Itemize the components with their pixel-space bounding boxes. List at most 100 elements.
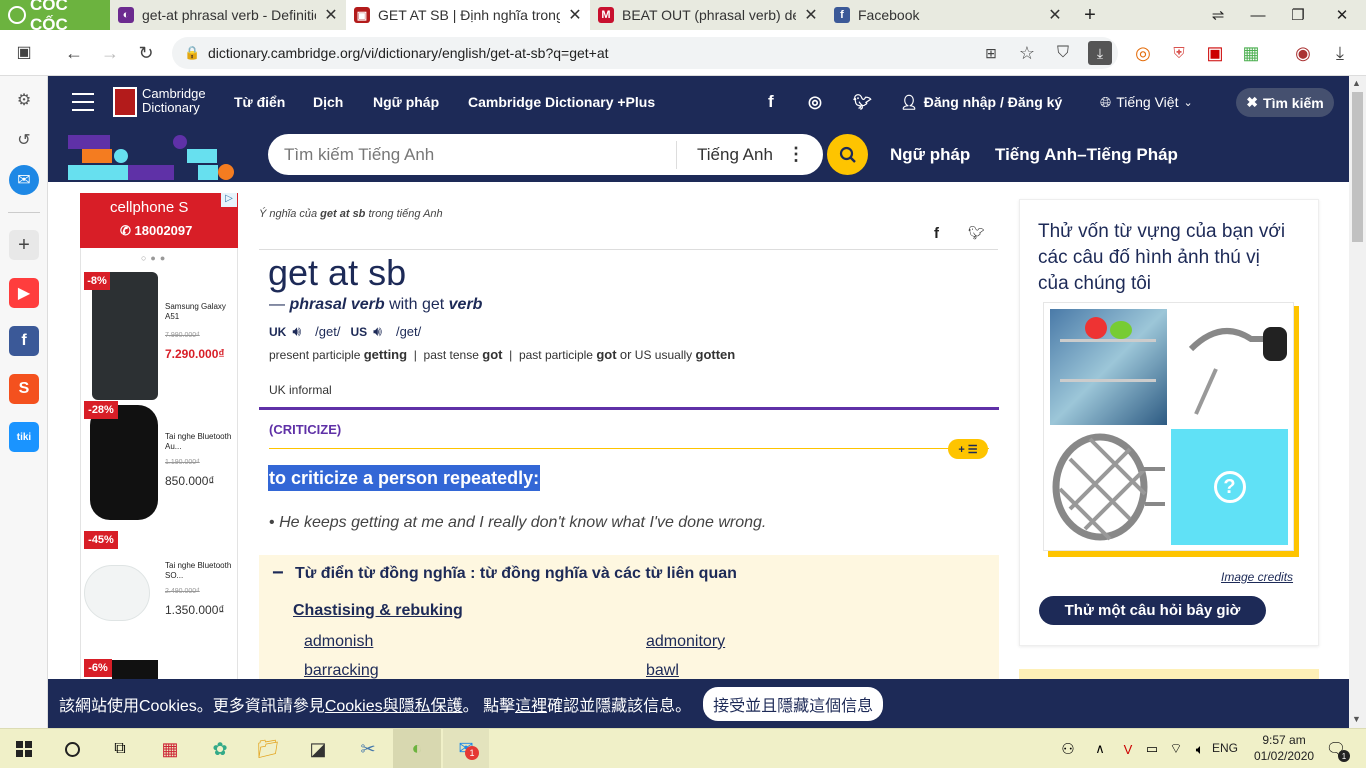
cookie-privacy-link[interactable]: Cookies與隱私保護 [325, 692, 463, 716]
close-tab-icon[interactable]: ✕ [804, 5, 818, 25]
extension-chrome-icon[interactable]: ◎ [1128, 38, 1158, 68]
product-image[interactable] [112, 660, 158, 679]
share-twitter-icon[interactable]: 🐦︎ [968, 225, 985, 241]
app-snip-icon[interactable]: ✂ [350, 732, 386, 766]
search-input[interactable]: Tìm kiếm Tiếng Anh Tiếng Anh ⋮ [268, 134, 823, 175]
language-selector[interactable]: 🌐︎ Tiếng Việt ⌄ [1100, 76, 1193, 128]
clock[interactable]: 9:57 am 01/02/2020 [1254, 732, 1314, 764]
close-tab-icon[interactable]: ✕ [568, 5, 582, 25]
product-image[interactable] [92, 272, 158, 400]
tab-get-at-sb[interactable]: ▣ GET AT SB | Định nghĩa trong ✕ [346, 0, 590, 30]
thesaurus-word-link[interactable]: barracking [304, 662, 379, 680]
history-icon[interactable]: ↺ [9, 125, 39, 155]
tab-search-icon[interactable]: ⇌ [1198, 0, 1238, 30]
settings-gear-icon[interactable]: ⚙ [9, 85, 39, 115]
quiz-image-masher[interactable] [1050, 429, 1167, 545]
close-tab-icon[interactable]: ✕ [1048, 5, 1062, 25]
action-center-icon[interactable]: 🗨︎ 1 [1318, 732, 1354, 766]
new-tab-button[interactable]: + [1070, 0, 1110, 30]
minimize-button[interactable]: — [1238, 0, 1278, 30]
extension-adblock-icon[interactable]: ⛨ [1164, 38, 1194, 68]
grammar-link[interactable]: Ngữ pháp [890, 145, 970, 165]
app-paint-icon[interactable]: ✿ [202, 732, 238, 766]
try-quiz-button[interactable]: Thử một câu hỏi bây giờ [1039, 596, 1266, 625]
hamburger-menu-icon[interactable] [72, 93, 94, 111]
thesaurus-word-link[interactable]: admonish [304, 633, 373, 651]
cookie-here-link[interactable]: 這裡 [515, 692, 547, 716]
maximize-button[interactable]: ❐ [1278, 0, 1318, 30]
collapse-toggle-icon[interactable]: − [272, 562, 284, 585]
profile-avatar[interactable]: ◉ [1288, 38, 1318, 68]
product-name[interactable]: Samsung Galaxy A51 [165, 302, 235, 322]
share-facebook-icon[interactable]: f [934, 225, 939, 242]
bookmark-star-icon[interactable]: ☆ [1012, 38, 1042, 68]
messenger-icon[interactable]: ✉ [9, 165, 39, 195]
close-window-button[interactable]: ✕ [1322, 0, 1362, 30]
product-name[interactable]: Tai nghe Bluetooth Au... [165, 432, 235, 452]
facebook-icon[interactable]: f [9, 326, 39, 356]
product-image[interactable] [84, 565, 150, 621]
ad-carousel-dots[interactable]: ○●● [141, 253, 169, 263]
scroll-down-icon[interactable]: ▼ [1352, 714, 1361, 724]
twitter-icon[interactable]: 🐦︎ [853, 76, 872, 128]
search-circle-icon[interactable] [54, 732, 90, 766]
youtube-icon[interactable]: ▶ [9, 278, 39, 308]
thesaurus-title[interactable]: Từ điển từ đồng nghĩa : từ đồng nghĩa và… [295, 565, 737, 583]
login-link[interactable]: 👤︎ Đăng nhập / Đăng ký [900, 76, 1062, 128]
cambridge-crest-icon[interactable] [113, 87, 137, 117]
extension-grid-icon[interactable]: ▦ [1236, 38, 1266, 68]
coccoc-taskbar-icon[interactable]: ◐ [393, 729, 441, 768]
download-savior-icon[interactable]: ⤓ [1088, 41, 1112, 65]
tab-beat-out[interactable]: M BEAT OUT (phrasal verb) defin ✕ [590, 0, 826, 30]
product-name[interactable]: Tai nghe Bluetooth SO... [165, 561, 235, 581]
instagram-icon[interactable]: ◎ [808, 76, 822, 128]
search-button[interactable] [827, 134, 868, 175]
reload-icon[interactable]: ↻ [131, 38, 161, 68]
app-sticky-icon[interactable]: ◪ [300, 732, 336, 766]
tab-facebook[interactable]: f Facebook ✕ [826, 0, 1070, 30]
ad-banner[interactable]: cellphone S ✆ 18002097 [80, 193, 238, 248]
zalo-taskbar-icon[interactable]: ✉ 1 [443, 729, 489, 768]
app-pinned-icon[interactable]: ▦ [152, 732, 188, 766]
accept-cookies-button[interactable]: 接受並且隱藏這個信息 [703, 686, 884, 721]
english-french-link[interactable]: Tiếng Anh–Tiếng Pháp [995, 145, 1178, 165]
coccoc-menu-button[interactable]: CỐC CỐC [0, 0, 110, 34]
nav-plus[interactable]: Cambridge Dictionary +Plus [468, 76, 655, 128]
product-image[interactable] [90, 405, 158, 520]
nav-translate[interactable]: Dịch [313, 76, 343, 128]
tiki-icon[interactable]: tiki [9, 422, 39, 452]
downloads-icon[interactable]: ⤓ [1325, 38, 1355, 68]
close-tab-icon[interactable]: ✕ [324, 5, 338, 25]
nav-dictionary[interactable]: Từ điển [234, 76, 285, 128]
speaker-us-icon[interactable]: 🔊︎ [373, 323, 382, 340]
site-logo[interactable]: Cambridge Dictionary [142, 87, 206, 115]
adchoices-icon[interactable]: ▷ [221, 193, 237, 207]
search-toggle-button[interactable]: ✖ Tìm kiếm [1236, 88, 1334, 117]
thesaurus-heading-link[interactable]: Chastising & rebuking [293, 602, 463, 620]
nav-grammar[interactable]: Ngữ pháp [373, 76, 439, 128]
tab-get-at-phrasal-verb[interactable]: ◐ get-at phrasal verb - Definitio ✕ [110, 0, 346, 30]
input-language[interactable]: ENG [1212, 741, 1238, 755]
facebook-icon[interactable]: f [768, 76, 774, 128]
forward-icon[interactable]: → [95, 38, 125, 68]
scrollbar-thumb[interactable] [1352, 92, 1363, 242]
scroll-up-icon[interactable]: ▲ [1352, 78, 1361, 88]
thesaurus-word-link[interactable]: bawl [646, 662, 679, 680]
add-panel-icon[interactable]: + [9, 230, 39, 260]
quiz-mystery-tile[interactable]: ? [1171, 429, 1288, 545]
back-icon[interactable]: ← [59, 38, 89, 68]
sidebar-toggle-icon[interactable]: ▣ [9, 37, 39, 67]
quiz-image-peeler[interactable] [1171, 309, 1288, 425]
task-view-icon[interactable]: ⧉ [102, 732, 138, 766]
thesaurus-word-link[interactable]: admonitory [646, 633, 725, 651]
shopee-icon[interactable]: S [9, 374, 39, 404]
more-options-icon[interactable]: ⋮ [787, 144, 805, 165]
windows-start-icon[interactable] [6, 732, 42, 766]
file-explorer-icon[interactable]: 📁︎ [250, 732, 286, 766]
image-credits-link[interactable]: Image credits [1221, 570, 1293, 584]
add-to-wordlist-button[interactable]: + ☰ [948, 439, 988, 459]
extension-red-icon[interactable]: ▣ [1200, 38, 1230, 68]
dictionary-selector[interactable]: Tiếng Anh [677, 145, 787, 165]
quiz-image-dishwasher[interactable] [1050, 309, 1167, 425]
shield-icon[interactable]: ⛉ [1048, 38, 1078, 68]
